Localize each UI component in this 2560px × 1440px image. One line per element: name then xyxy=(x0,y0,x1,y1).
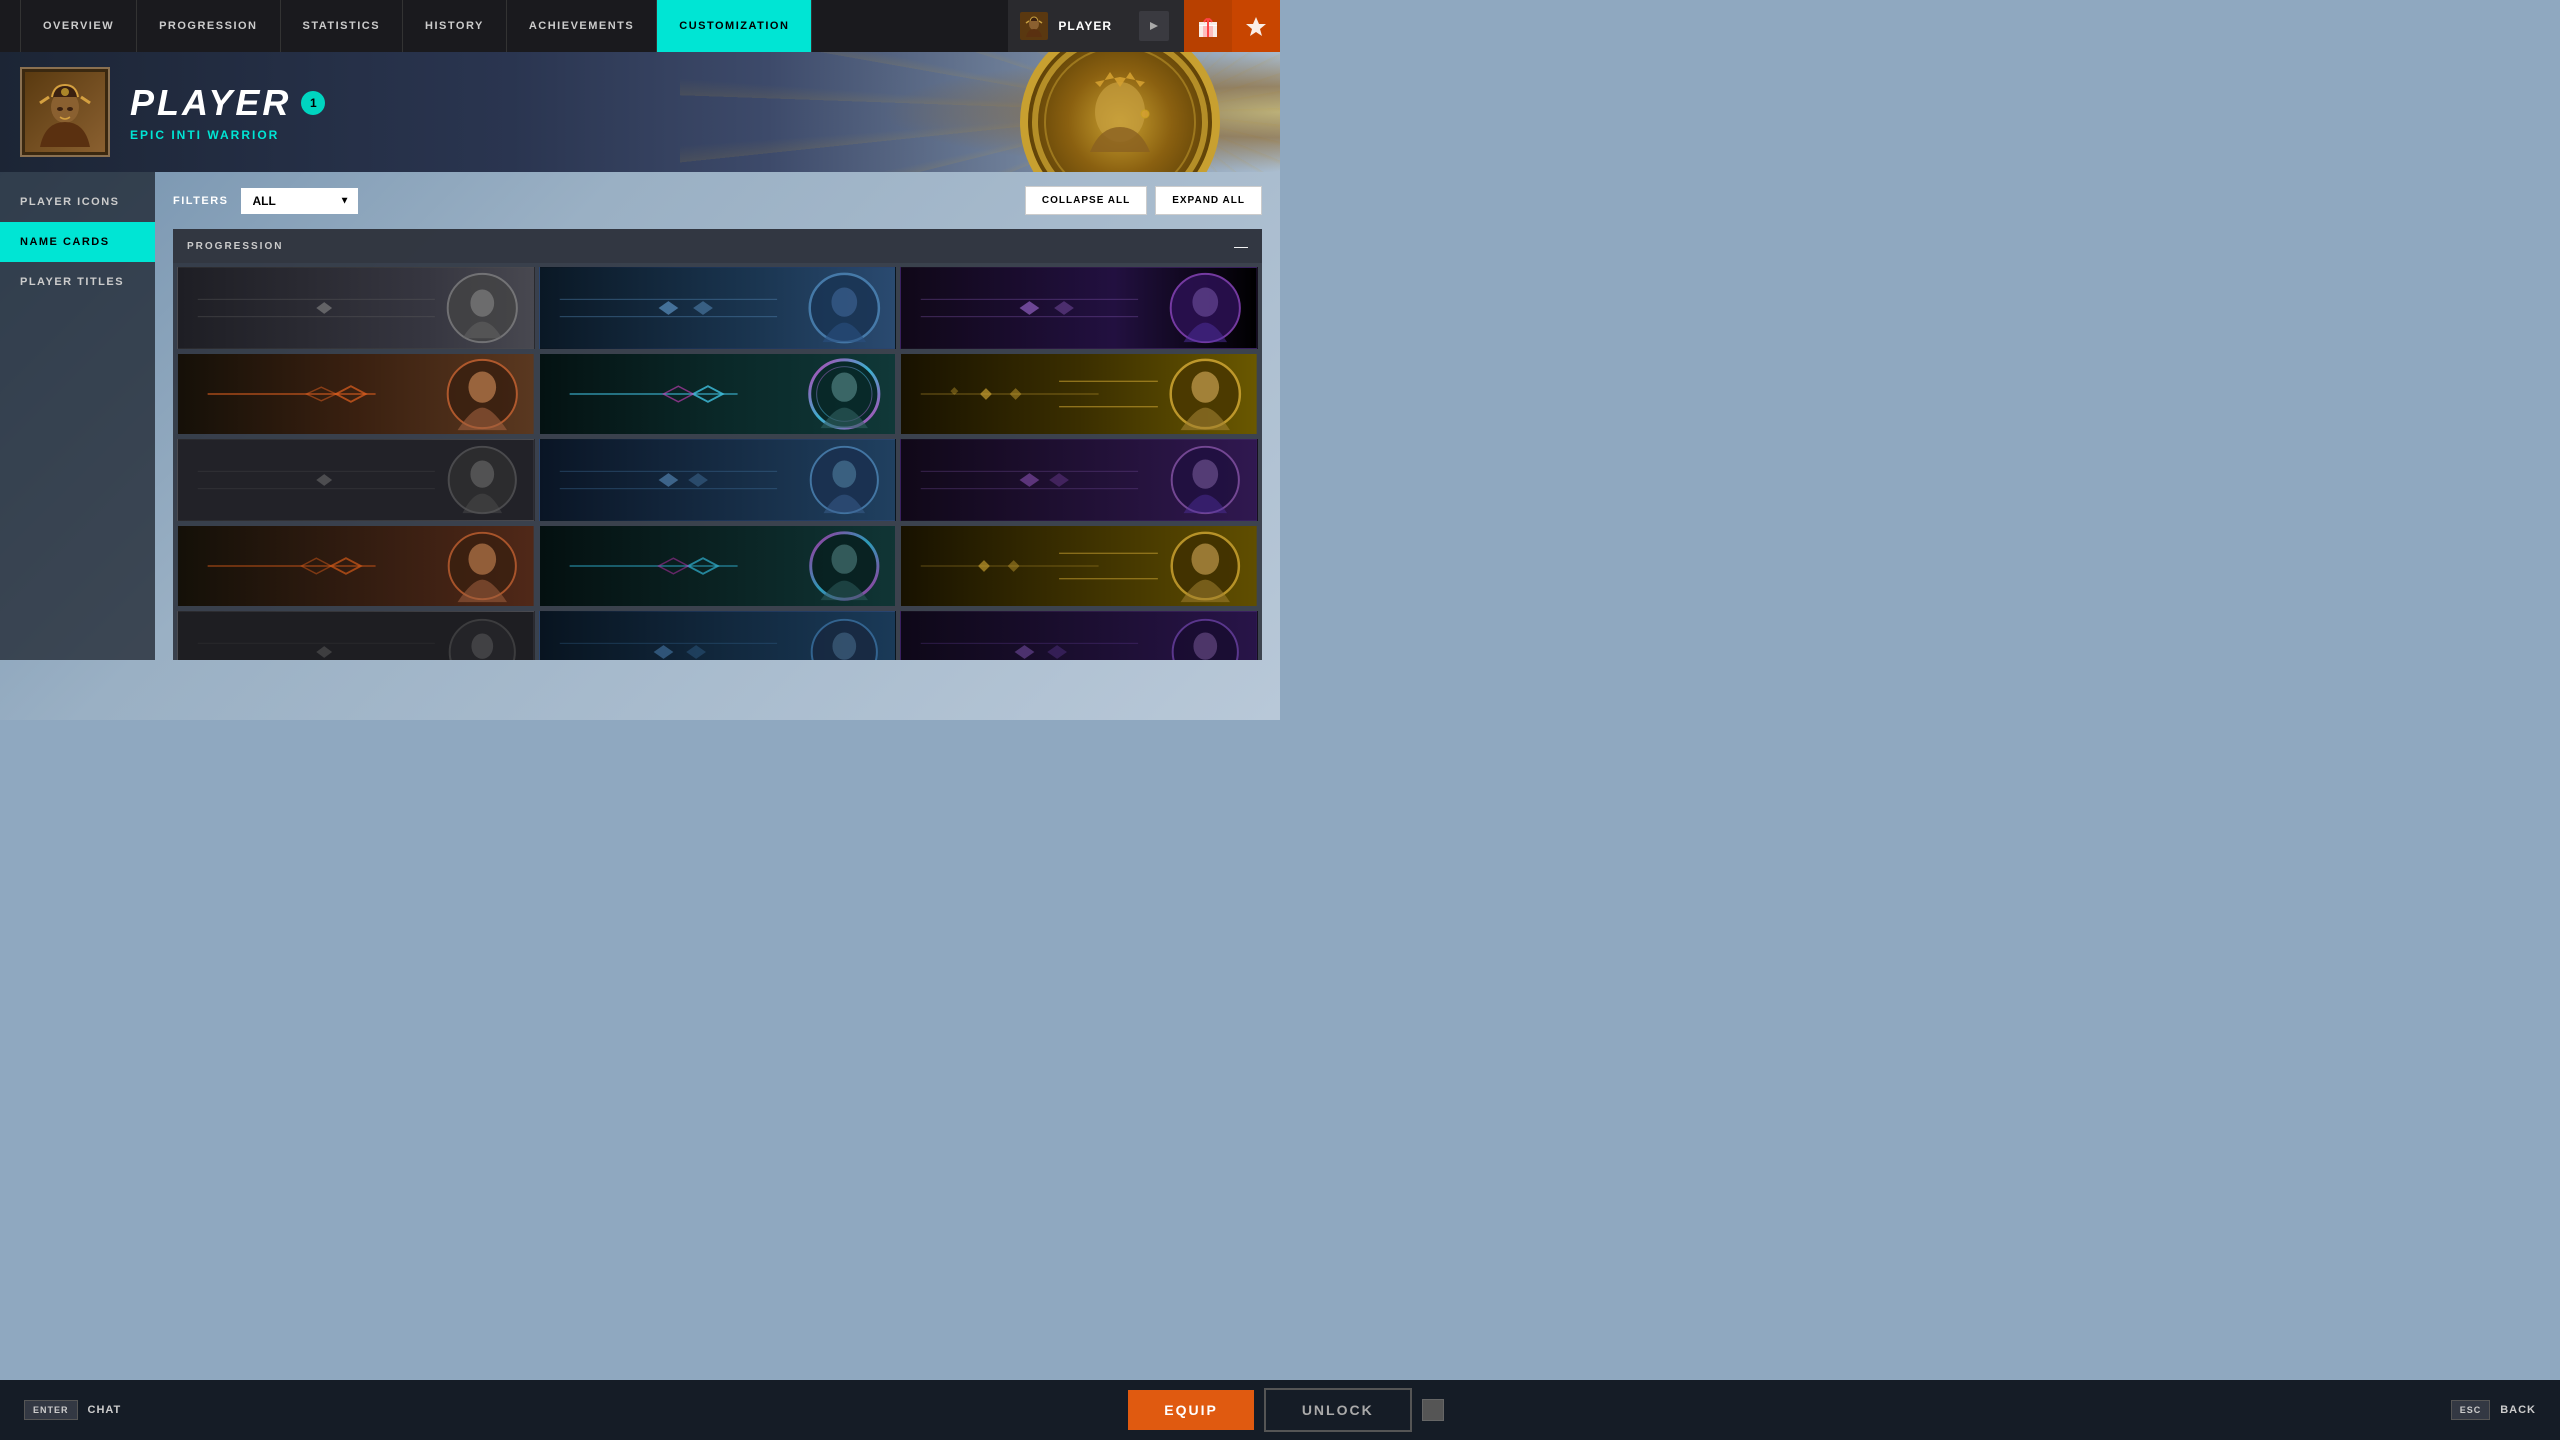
name-card-12[interactable] xyxy=(900,525,1258,607)
bottom-right-controls: ESC BACK xyxy=(2451,1400,2536,1420)
name-card-11[interactable] xyxy=(539,525,897,607)
filters-label: FILTERS xyxy=(173,195,229,207)
name-card-7[interactable] xyxy=(177,439,535,521)
expand-all-button[interactable]: EXPAND ALL xyxy=(1155,186,1262,215)
filters-select-wrapper: ALL OWNED NOT OWNED xyxy=(241,188,358,214)
sidebar-item-name-cards[interactable]: NAME CARDS xyxy=(0,222,155,262)
name-card-3[interactable] xyxy=(900,267,1258,349)
section-header: PROGRESSION — xyxy=(173,229,1262,263)
name-card-14[interactable] xyxy=(539,611,897,660)
content-area: FILTERS ALL OWNED NOT OWNED COLLAPSE ALL… xyxy=(155,172,1280,660)
unlock-button[interactable]: UNLOCK xyxy=(1264,1388,1412,1432)
tab-achievements[interactable]: ACHIEVEMENTS xyxy=(507,0,657,52)
nav-player-avatar xyxy=(1020,12,1048,40)
section-title: PROGRESSION xyxy=(187,241,283,252)
profile-name-row: PLAYER 1 xyxy=(130,82,325,124)
filters-select[interactable]: ALL OWNED NOT OWNED xyxy=(241,188,358,214)
name-card-8[interactable] xyxy=(539,439,897,521)
section-collapse-button[interactable]: — xyxy=(1234,239,1248,253)
profile-info: PLAYER 1 EPIC INTI WARRIOR xyxy=(130,82,325,142)
esc-key-label: ESC xyxy=(2451,1400,2491,1420)
progression-section: PROGRESSION — xyxy=(173,229,1262,660)
name-card-1[interactable] xyxy=(177,267,535,349)
tab-statistics[interactable]: STATISTICS xyxy=(281,0,404,52)
main-content: PLAYER ICONS NAME CARDS PLAYER TITLES FI… xyxy=(0,172,1280,660)
name-card-4[interactable] xyxy=(177,353,535,435)
cards-grid xyxy=(173,263,1262,660)
profile-name-text: PLAYER xyxy=(130,82,291,124)
name-card-6[interactable] xyxy=(900,353,1258,435)
nav-gift-button[interactable] xyxy=(1184,0,1232,52)
equip-button[interactable]: EQUIP xyxy=(1128,1390,1254,1430)
filters-bar: FILTERS ALL OWNED NOT OWNED COLLAPSE ALL… xyxy=(173,186,1262,215)
nav-player-info: PLAYER xyxy=(1008,0,1124,52)
sidebar-item-player-icons[interactable]: PLAYER ICONS xyxy=(0,182,155,222)
name-card-15[interactable] xyxy=(900,611,1258,660)
chat-action-label: CHAT xyxy=(88,1404,122,1416)
decorative-circle xyxy=(1020,52,1220,172)
back-action-label: BACK xyxy=(2500,1404,2536,1416)
tab-overview[interactable]: OVERVIEW xyxy=(20,0,137,52)
bottom-bar: ENTER CHAT EQUIP UNLOCK ESC BACK xyxy=(0,1380,2560,1440)
name-card-9[interactable] xyxy=(900,439,1258,521)
name-card-10[interactable] xyxy=(177,525,535,607)
sidebar-item-player-titles[interactable]: PLAYER TITLES xyxy=(0,262,155,302)
bottom-left-controls: ENTER CHAT xyxy=(24,1400,121,1420)
profile-avatar xyxy=(20,67,110,157)
name-card-5[interactable] xyxy=(539,353,897,435)
tab-history[interactable]: HISTORY xyxy=(403,0,507,52)
tab-customization[interactable]: CUSTOMIZATION xyxy=(657,0,812,52)
filters-left: FILTERS ALL OWNED NOT OWNED xyxy=(173,188,358,214)
bottom-center-actions: EQUIP UNLOCK xyxy=(1128,1388,1443,1432)
nav-arrow-icon xyxy=(1139,11,1169,41)
collapse-all-button[interactable]: COLLAPSE ALL xyxy=(1025,186,1147,215)
filters-right: COLLAPSE ALL EXPAND ALL xyxy=(1025,186,1262,215)
nav-rank-button[interactable] xyxy=(1232,0,1280,52)
sidebar: PLAYER ICONS NAME CARDS PLAYER TITLES xyxy=(0,172,155,660)
enter-key-label: ENTER xyxy=(24,1400,78,1420)
profile-header: PLAYER 1 EPIC INTI WARRIOR xyxy=(0,52,1280,172)
name-card-13[interactable] xyxy=(177,611,535,660)
top-navigation: OVERVIEW PROGRESSION STATISTICS HISTORY … xyxy=(0,0,1280,52)
profile-level-badge: 1 xyxy=(301,91,325,115)
tab-progression[interactable]: PROGRESSION xyxy=(137,0,280,52)
profile-subtitle: EPIC INTI WARRIOR xyxy=(130,128,325,142)
nav-right-section: PLAYER xyxy=(1008,0,1280,52)
selected-square-indicator xyxy=(1422,1399,1444,1421)
profile-avatar-inner xyxy=(25,72,105,152)
nav-player-name: PLAYER xyxy=(1058,19,1112,33)
nav-divider xyxy=(1124,0,1184,52)
name-card-2[interactable] xyxy=(539,267,897,349)
